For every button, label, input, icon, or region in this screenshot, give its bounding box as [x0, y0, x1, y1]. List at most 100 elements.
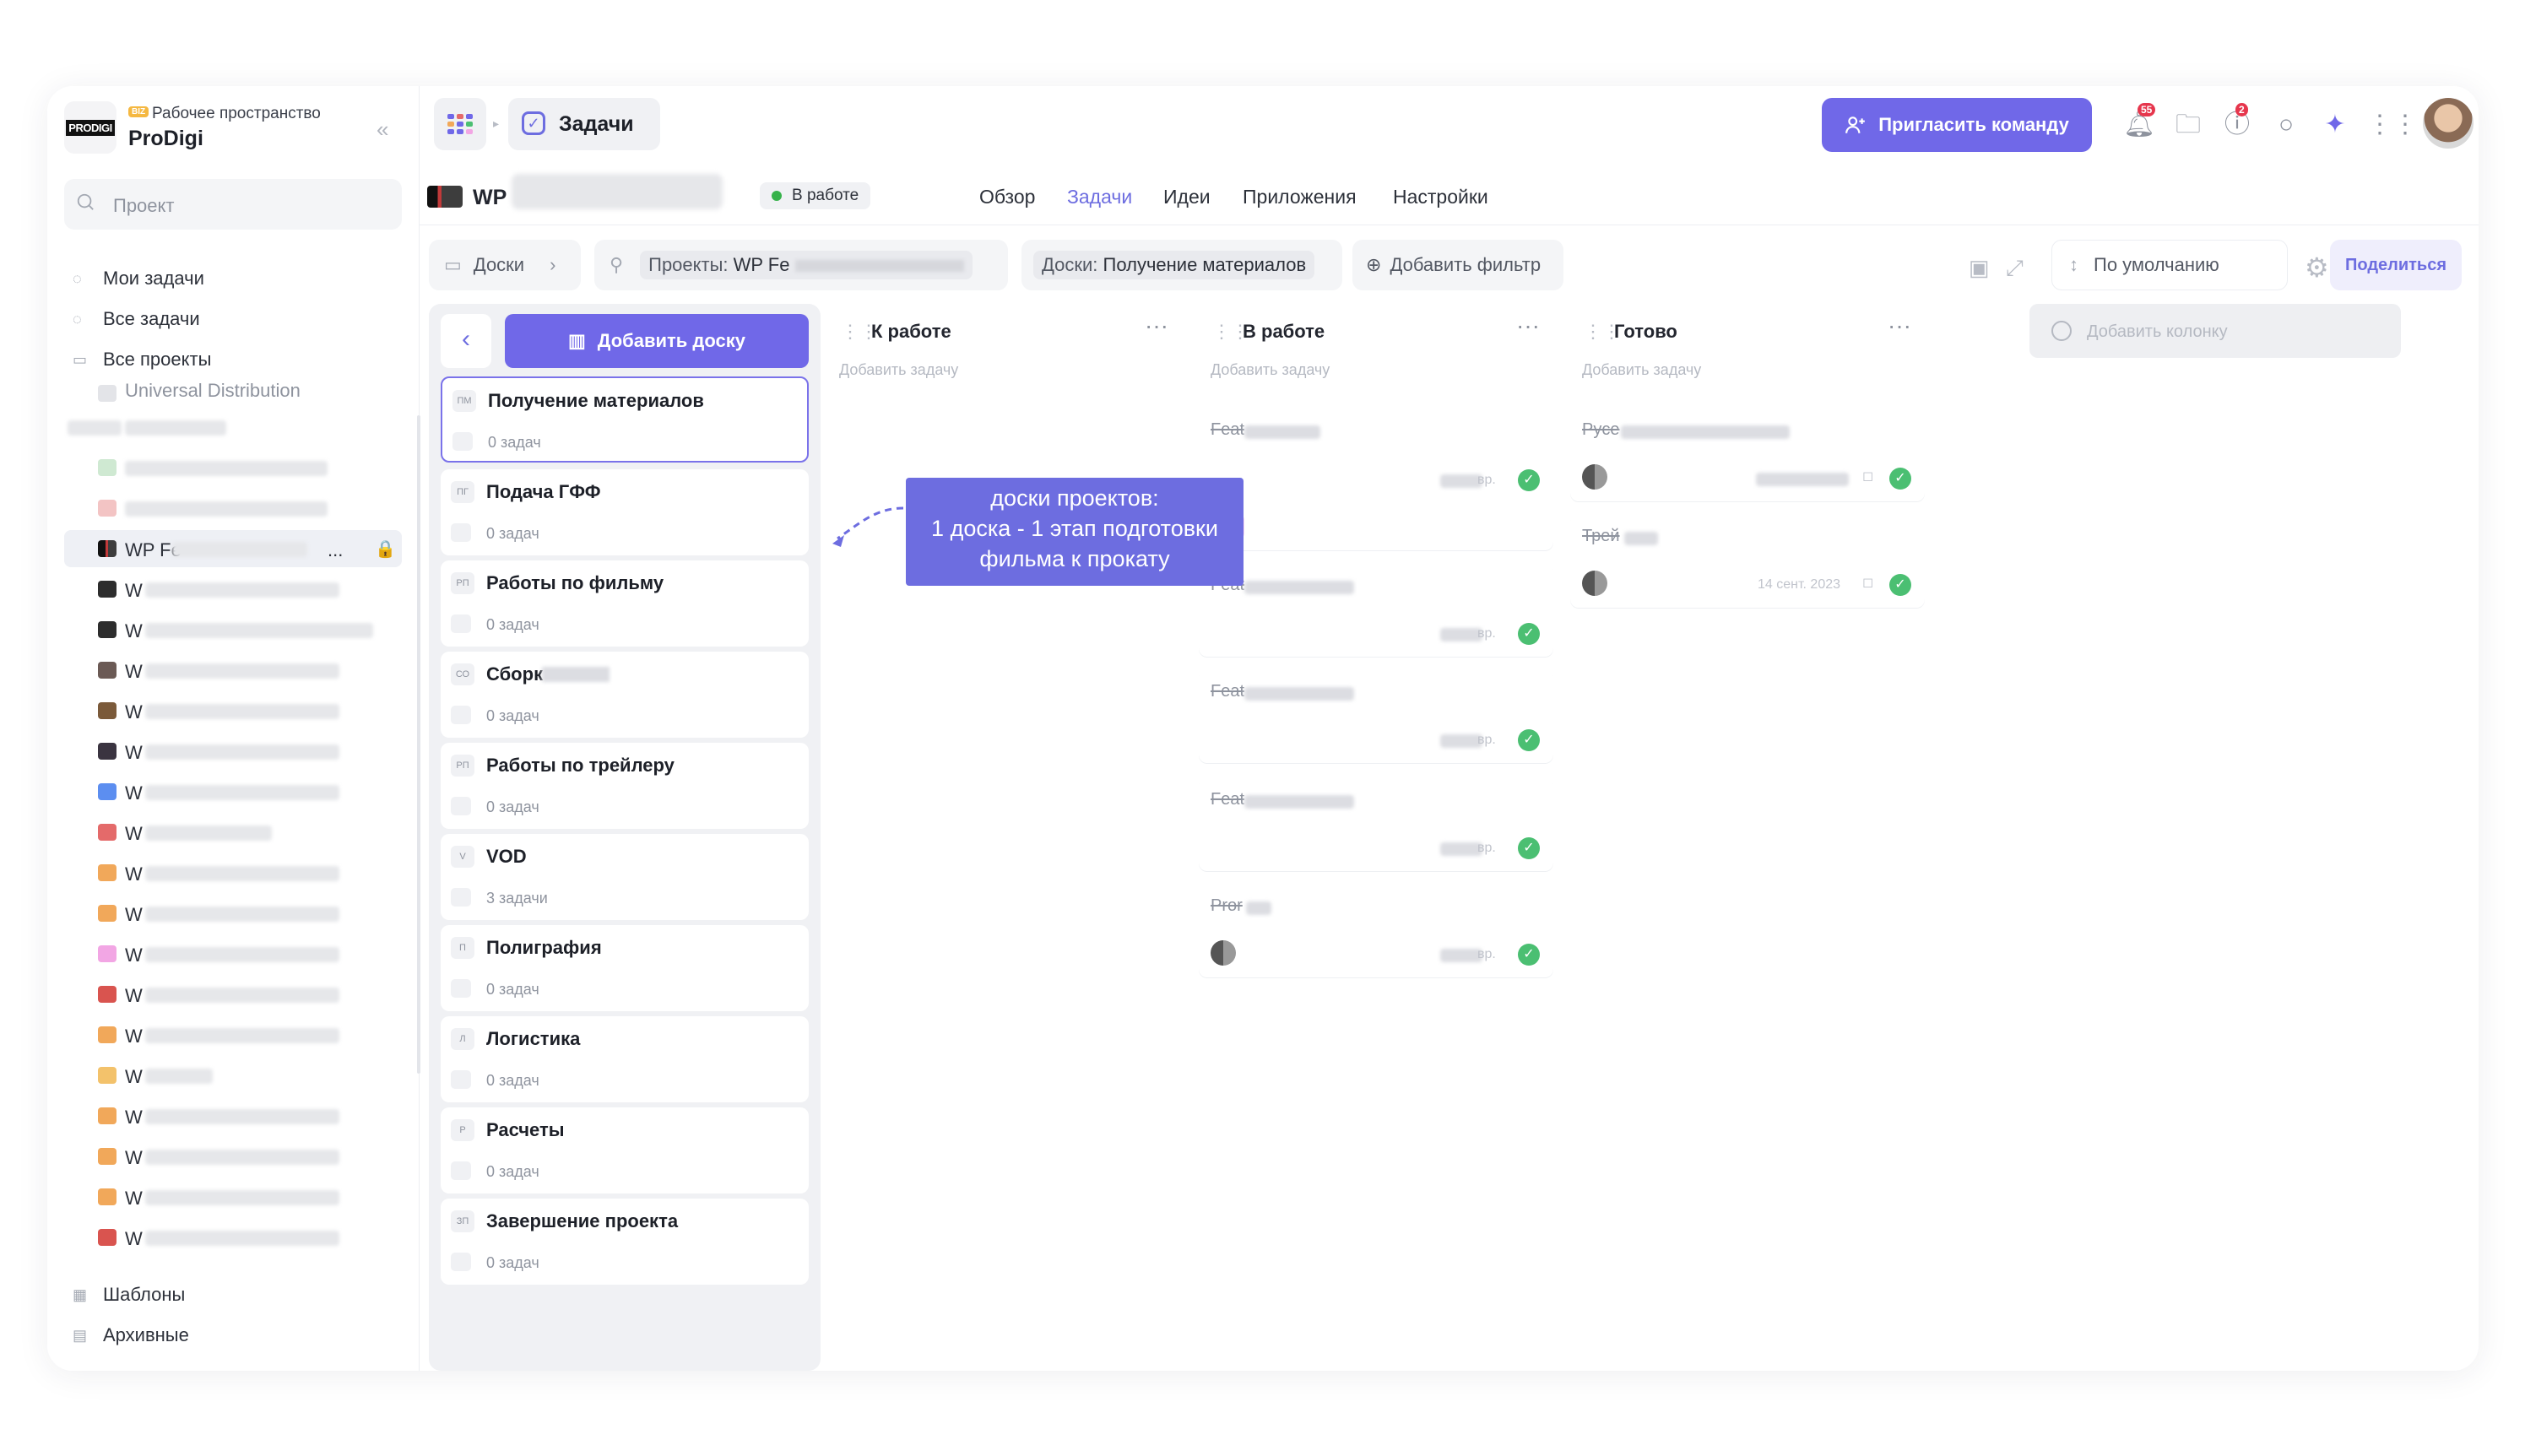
done-check-icon[interactable]: ✓ [1518, 729, 1540, 751]
assignee-avatar[interactable] [1582, 464, 1607, 490]
more-icon[interactable]: ··· [1516, 312, 1540, 339]
add-task-input[interactable]: Добавить задачу [1199, 346, 1553, 395]
project-item[interactable]: W [64, 773, 402, 810]
project-search-input[interactable]: Проект [64, 179, 402, 230]
project-item[interactable]: W [64, 571, 402, 608]
task-card[interactable]: Feat вр. ✓ WP [1199, 407, 1553, 550]
apps-grid-button[interactable] [434, 98, 486, 150]
project-item[interactable] [64, 490, 402, 527]
project-title-redacted [512, 174, 723, 209]
done-check-icon[interactable]: ✓ [1518, 837, 1540, 859]
project-item[interactable]: W [64, 652, 402, 689]
collapse-sidebar-icon[interactable]: « [377, 116, 388, 143]
board-card[interactable]: Р Расчеты 0 задач [441, 1107, 809, 1193]
board-card[interactable]: РП Работы по фильму 0 задач [441, 560, 809, 647]
more-icon[interactable]: ··· [1888, 312, 1911, 339]
folder-icon[interactable]: 🗀 [2171, 108, 2205, 142]
project-item[interactable]: W [64, 1097, 402, 1134]
nav-templates[interactable]: ▦ Шаблоны [73, 1278, 185, 1312]
boards-filter-chip[interactable]: Доски: Получение материалов [1033, 251, 1315, 279]
search-icon[interactable]: ○ [2269, 108, 2303, 142]
add-filter-button[interactable]: ⊕ Добавить фильтр [1352, 240, 1563, 290]
task-date: вр. [1477, 841, 1496, 855]
board-card[interactable]: ЗП Завершение проекта 0 задач [441, 1199, 809, 1285]
project-item[interactable] [64, 409, 402, 446]
more-icon[interactable]: ··· [1145, 312, 1168, 339]
sidebar-project-active[interactable]: WP Fe ... 🔒 [64, 530, 402, 567]
settings-gear-icon[interactable]: ⚙ [2305, 252, 2329, 284]
project-item[interactable]: W [64, 1138, 402, 1175]
project-item[interactable] [64, 449, 402, 486]
add-board-button[interactable]: ▥ Добавить доску [505, 314, 809, 368]
add-task-input[interactable]: Добавить задачу [1570, 346, 1925, 395]
tab-settings[interactable]: Настройки [1393, 186, 1488, 208]
project-item[interactable]: W [64, 854, 402, 891]
task-card[interactable]: Pror вр. ✓ [1199, 883, 1553, 977]
task-card[interactable]: Трей 14 сент. 2023 ◻ ✓ [1570, 513, 1925, 608]
task-card[interactable]: Feat вр. ✓ [1199, 562, 1553, 657]
assignee-avatar[interactable] [1582, 571, 1607, 596]
project-item[interactable]: W [64, 692, 402, 729]
sort-select[interactable]: ↕ По умолчанию [2051, 240, 2288, 290]
done-check-icon[interactable]: ✓ [1889, 574, 1911, 596]
task-card[interactable]: Feat вр. ✓ [1199, 777, 1553, 871]
tab-tasks-active[interactable]: Задачи [1067, 186, 1132, 208]
board-card[interactable]: СО Сборк 0 задач [441, 652, 809, 738]
board-card[interactable]: ПМ Получение материалов 0 задач [441, 376, 809, 463]
plus-circle-icon [2051, 321, 2072, 341]
task-card[interactable]: Feat вр. ✓ [1199, 668, 1553, 763]
add-task-input[interactable]: Добавить задачу [827, 346, 1182, 395]
tab-ideas[interactable]: Идеи [1163, 186, 1211, 208]
breadcrumb-arrow-icon: ▸ [493, 116, 500, 130]
project-item[interactable]: Universal Distribution [64, 382, 402, 403]
save-icon[interactable]: ▣ [1969, 255, 1990, 281]
project-item[interactable]: W [64, 1057, 402, 1094]
task-title: Feat [1211, 682, 1245, 701]
project-item[interactable]: W [64, 611, 402, 648]
done-check-icon[interactable]: ✓ [1518, 623, 1540, 645]
tab-overview[interactable]: Обзор [979, 186, 1035, 208]
status-badge[interactable]: В работе [760, 182, 871, 209]
nav-all-projects[interactable]: ▭ Все проекты [73, 343, 211, 376]
project-item[interactable]: W [64, 935, 402, 972]
boards-toggle[interactable]: ▭ Доски › [429, 240, 581, 290]
done-check-icon[interactable]: ✓ [1518, 469, 1540, 491]
grid-menu-icon[interactable]: ⋮⋮ [2367, 108, 2418, 142]
nav-archive[interactable]: ▤ Архивные [73, 1318, 189, 1352]
invite-team-button[interactable]: Пригласить команду [1822, 98, 2092, 152]
board-card[interactable]: РП Работы по трейлеру 0 задач [441, 743, 809, 829]
done-check-icon[interactable]: ✓ [1518, 944, 1540, 966]
board-card[interactable]: П Полиграфия 0 задач [441, 925, 809, 1011]
comment-icon[interactable]: ◻ [1862, 574, 1873, 591]
nav-my-tasks[interactable]: ◌ Мои задачи [73, 262, 204, 295]
project-item[interactable]: W [64, 895, 402, 932]
project-item[interactable]: W [64, 1016, 402, 1053]
project-item[interactable]: W [64, 1178, 402, 1215]
add-column-button[interactable]: Добавить колонку [2029, 304, 2401, 358]
projects-filter-chip[interactable]: Проекты: WP Fe [640, 251, 973, 279]
user-avatar[interactable] [2423, 98, 2474, 149]
boards-filter[interactable]: Доски: Получение материалов [1021, 240, 1342, 290]
project-item[interactable]: W [64, 976, 402, 1013]
board-card[interactable]: V VOD 3 задачи [441, 834, 809, 920]
assignee-avatar[interactable] [1211, 940, 1236, 966]
project-item[interactable]: W [64, 814, 402, 851]
projects-filter[interactable]: ⚲ Проекты: WP Fe [594, 240, 1008, 290]
collapse-boards-button[interactable]: ‹ [441, 314, 491, 368]
task-card[interactable]: Руce ◻ ✓ [1570, 407, 1925, 501]
tab-tasks[interactable]: ✓ Задачи [508, 98, 660, 150]
workspace-logo: PRODIGI [64, 101, 116, 154]
nav-all-tasks[interactable]: ◌ Все задачи [73, 302, 200, 336]
done-check-icon[interactable]: ✓ [1889, 468, 1911, 490]
workspace-switcher[interactable]: PRODIGI BIZ Рабочее пространство ProDigi… [64, 93, 402, 160]
share-button[interactable]: Поделиться [2330, 240, 2462, 290]
board-card[interactable]: ПГ Подача ГФФ 0 задач [441, 469, 809, 555]
board-card[interactable]: Л Логистика 0 задач [441, 1016, 809, 1102]
expand-icon[interactable]: ⤢ [2006, 255, 2024, 282]
project-item[interactable]: W [64, 1219, 402, 1256]
sidebar-scrollbar[interactable] [417, 415, 420, 1074]
sparkle-icon[interactable]: ✦ [2318, 108, 2352, 142]
tab-apps[interactable]: Приложения [1243, 186, 1357, 208]
comment-icon[interactable]: ◻ [1862, 468, 1873, 484]
project-item[interactable]: W [64, 733, 402, 770]
